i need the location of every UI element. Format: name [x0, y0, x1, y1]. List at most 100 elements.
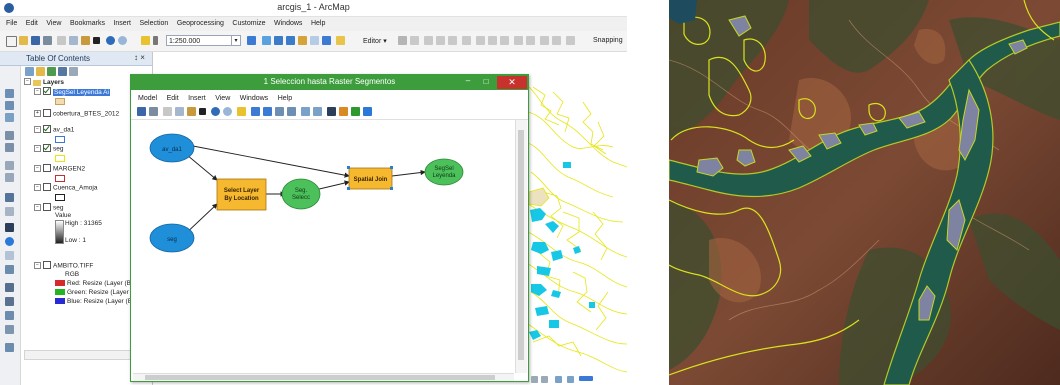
cut-icon[interactable] — [57, 36, 66, 45]
model-horizontal-scrollbar[interactable] — [133, 373, 514, 381]
validate-icon[interactable] — [351, 107, 360, 116]
print-icon[interactable] — [43, 36, 52, 45]
connect-icon[interactable] — [339, 107, 348, 116]
arctoolbox-icon[interactable] — [298, 36, 307, 45]
pan-icon[interactable] — [313, 107, 322, 116]
pan-icon[interactable] — [5, 113, 14, 122]
back-icon[interactable] — [5, 161, 14, 170]
rotate-icon[interactable] — [526, 36, 535, 45]
modelbuilder-title-bar[interactable]: 1 Seleccion hasta Raster Segmentos – □ ✕ — [131, 75, 528, 90]
forward-icon[interactable] — [5, 173, 14, 182]
menu-edit[interactable]: Edit — [167, 93, 179, 105]
layer-ambito[interactable]: − AMBITO.TIFF — [34, 261, 93, 270]
menu-geoprocessing[interactable]: Geoprocessing — [177, 17, 224, 30]
menu-bookmarks[interactable]: Bookmarks — [70, 17, 105, 30]
open-folder-icon[interactable] — [19, 36, 28, 45]
html-popup-icon[interactable] — [5, 265, 14, 274]
straight-segment-icon[interactable] — [424, 36, 433, 45]
map-scale-input[interactable]: 1:250.000 — [166, 35, 232, 46]
attributes-icon[interactable] — [540, 36, 549, 45]
edit-tool-icon[interactable] — [398, 36, 407, 45]
edit-annotation-icon[interactable] — [410, 36, 419, 45]
add-data-dropdown-icon[interactable] — [153, 36, 158, 45]
run-icon[interactable] — [363, 107, 372, 116]
save-icon[interactable] — [137, 107, 146, 116]
layout-view-icon[interactable] — [531, 376, 538, 383]
undo-icon[interactable] — [106, 36, 115, 45]
layer-symbol[interactable] — [55, 136, 65, 143]
select-features-icon[interactable] — [5, 193, 14, 202]
menu-windows[interactable]: Windows — [274, 17, 302, 30]
fixed-zoom-in-icon[interactable] — [275, 107, 284, 116]
layer-cobertura[interactable]: + cobertura_BTES_2012 — [34, 109, 119, 118]
options-icon[interactable] — [69, 67, 78, 76]
layer-visibility-checkbox[interactable] — [43, 261, 51, 269]
menu-help[interactable]: Help — [311, 17, 325, 30]
create-features-icon[interactable] — [566, 36, 575, 45]
collapse-icon[interactable]: − — [34, 164, 41, 172]
add-data-icon[interactable] — [237, 107, 246, 116]
collapse-icon[interactable]: − — [24, 78, 31, 85]
table-of-contents-icon[interactable] — [262, 36, 271, 45]
menu-model[interactable]: Model — [138, 93, 157, 105]
add-data-icon[interactable] — [141, 36, 150, 45]
collapse-icon[interactable]: − — [34, 87, 41, 95]
layer-margen2[interactable]: − MARGEN2 — [34, 164, 85, 173]
layer-symbol[interactable] — [55, 194, 65, 201]
save-icon[interactable] — [31, 36, 40, 45]
modelbuilder-icon[interactable] — [322, 36, 331, 45]
fixed-zoom-out-icon[interactable] — [5, 143, 14, 152]
collapse-icon[interactable]: − — [34, 183, 41, 191]
cut-polygons-icon[interactable] — [500, 36, 509, 45]
menu-insert[interactable]: Insert — [113, 17, 131, 30]
collapse-icon[interactable]: − — [34, 125, 41, 133]
editor-menu[interactable]: Editor ▾ — [363, 37, 387, 45]
layer-segsel-leyenda[interactable]: − SegSel Leyenda Ai — [34, 87, 110, 96]
undo-icon[interactable] — [211, 107, 220, 116]
collapse-icon[interactable]: − — [34, 144, 41, 152]
help-icon[interactable] — [336, 36, 345, 45]
menu-insert[interactable]: Insert — [188, 93, 206, 105]
delete-icon[interactable] — [199, 108, 206, 115]
time-slider-icon[interactable] — [5, 343, 14, 352]
model-vertical-scrollbar[interactable] — [515, 120, 527, 373]
menu-customize[interactable]: Customize — [232, 17, 265, 30]
copy-icon[interactable] — [175, 107, 184, 116]
catalog-icon[interactable] — [274, 36, 283, 45]
layer-symbol[interactable] — [55, 175, 65, 182]
paste-icon[interactable] — [187, 107, 196, 116]
collapse-icon[interactable]: − — [34, 261, 41, 269]
redo-icon[interactable] — [118, 36, 127, 45]
layer-visibility-checkbox[interactable] — [43, 87, 51, 95]
find-icon[interactable] — [5, 297, 14, 306]
layer-symbol[interactable] — [55, 155, 65, 162]
layer-visibility-checkbox[interactable] — [43, 109, 51, 117]
menu-edit[interactable]: Edit — [26, 17, 38, 30]
layer-symbol[interactable] — [55, 98, 65, 105]
snapping-menu[interactable]: Snapping — [593, 37, 623, 44]
identify-icon[interactable] — [5, 237, 14, 246]
paste-icon[interactable] — [81, 36, 90, 45]
refresh-icon[interactable] — [555, 376, 562, 383]
layer-seg-raster[interactable]: − seg — [34, 203, 63, 212]
toc-pin-close[interactable]: ↕ × — [134, 53, 145, 62]
list-by-selection-icon[interactable] — [58, 67, 67, 76]
zoom-in-icon[interactable] — [5, 89, 14, 98]
measure-icon[interactable] — [5, 283, 14, 292]
auto-layout-icon[interactable] — [251, 107, 260, 116]
minimize-button[interactable]: – — [461, 77, 475, 87]
pause-drawing-icon[interactable] — [567, 376, 574, 383]
reshape-icon[interactable] — [488, 36, 497, 45]
collapse-icon[interactable]: − — [34, 203, 41, 211]
menu-view[interactable]: View — [46, 17, 61, 30]
layer-seg[interactable]: − seg — [34, 144, 63, 153]
point-icon[interactable] — [462, 36, 471, 45]
redo-icon[interactable] — [223, 107, 232, 116]
data-view-icon[interactable] — [541, 376, 548, 383]
layer-visibility-checkbox[interactable] — [43, 125, 51, 133]
menu-selection[interactable]: Selection — [140, 17, 169, 30]
scroll-thumb[interactable] — [145, 375, 495, 380]
fixed-zoom-in-icon[interactable] — [5, 131, 14, 140]
layer-visibility-checkbox[interactable] — [43, 183, 51, 191]
list-by-drawing-order-icon[interactable] — [25, 67, 34, 76]
